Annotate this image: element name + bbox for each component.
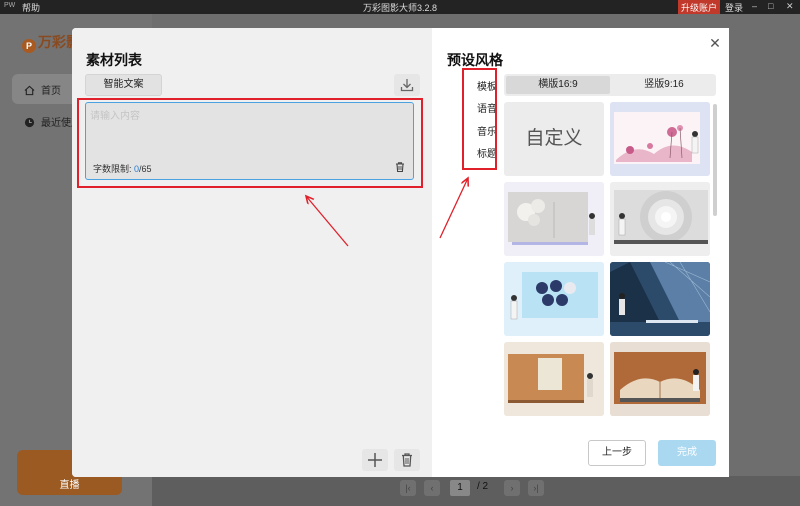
import-button[interactable] bbox=[394, 74, 420, 96]
template-preview-image bbox=[610, 262, 710, 336]
done-button[interactable]: 完成 bbox=[658, 440, 716, 466]
logo-icon: P bbox=[22, 39, 36, 53]
total-pages: / 2 bbox=[477, 481, 489, 492]
add-material-button[interactable] bbox=[362, 449, 388, 471]
download-icon bbox=[400, 79, 414, 92]
upgrade-account-button[interactable]: 升级账户 bbox=[678, 0, 721, 14]
close-icon[interactable]: ✕ bbox=[708, 36, 722, 50]
minimize-icon[interactable]: – bbox=[752, 1, 757, 11]
template-thumbnail[interactable] bbox=[504, 182, 604, 256]
login-button[interactable]: 登录 bbox=[725, 1, 743, 14]
template-preview-image bbox=[504, 262, 604, 336]
aspect-ratio-toggle: 横版16:9 竖版9:16 bbox=[504, 74, 716, 96]
template-thumbnail[interactable] bbox=[610, 342, 710, 416]
template-preview-image bbox=[504, 182, 604, 256]
last-page-icon[interactable]: ›| bbox=[528, 480, 544, 496]
plus-icon bbox=[368, 453, 382, 467]
next-page-icon[interactable]: › bbox=[504, 480, 520, 496]
annotation-box-tabs bbox=[462, 68, 497, 170]
current-page[interactable]: 1 bbox=[450, 480, 470, 496]
smart-copy-button[interactable]: 智能文案 bbox=[85, 74, 162, 96]
template-preview-image bbox=[504, 342, 604, 416]
portrait-option[interactable]: 竖版9:16 bbox=[612, 74, 716, 96]
delete-material-button[interactable] bbox=[394, 449, 420, 471]
template-thumbnail[interactable] bbox=[610, 182, 710, 256]
material-list-panel: 素材列表 智能文案 字数限制: 0/65 bbox=[72, 28, 432, 477]
template-thumbnail[interactable] bbox=[610, 102, 710, 176]
template-preview-image bbox=[610, 182, 710, 256]
trash-icon bbox=[402, 453, 412, 467]
annotation-box-input bbox=[77, 98, 423, 188]
preset-style-title: 预设风格 bbox=[447, 52, 503, 68]
template-thumbnail[interactable] bbox=[504, 262, 604, 336]
clock-icon bbox=[24, 117, 35, 128]
close-window-icon[interactable]: ✕ bbox=[786, 1, 794, 12]
template-scrollbar[interactable] bbox=[713, 104, 717, 216]
template-preview-image bbox=[610, 102, 710, 176]
ai-video-dialog: 素材列表 智能文案 字数限制: 0/65 bbox=[72, 28, 729, 477]
first-page-icon[interactable]: |‹ bbox=[400, 480, 416, 496]
home-icon bbox=[24, 85, 35, 96]
template-preview-image bbox=[610, 342, 710, 416]
template-custom[interactable]: 自定义 bbox=[504, 102, 604, 176]
template-grid: 自定义 bbox=[504, 102, 710, 418]
maximize-icon[interactable]: □ bbox=[768, 1, 773, 11]
title-bar: PW 帮助 万彩图影大师3.2.8 升级账户 登录 – □ ✕ bbox=[0, 0, 800, 14]
prev-page-icon[interactable]: ‹ bbox=[424, 480, 440, 496]
template-thumbnail[interactable] bbox=[504, 342, 604, 416]
template-thumbnail[interactable] bbox=[610, 262, 710, 336]
previous-step-button[interactable]: 上一步 bbox=[588, 440, 646, 466]
material-list-title: 素材列表 bbox=[86, 52, 142, 68]
landscape-option[interactable]: 横版16:9 bbox=[506, 76, 610, 94]
pagination: |‹ ‹ 1 / 2 › ›| bbox=[152, 476, 800, 506]
